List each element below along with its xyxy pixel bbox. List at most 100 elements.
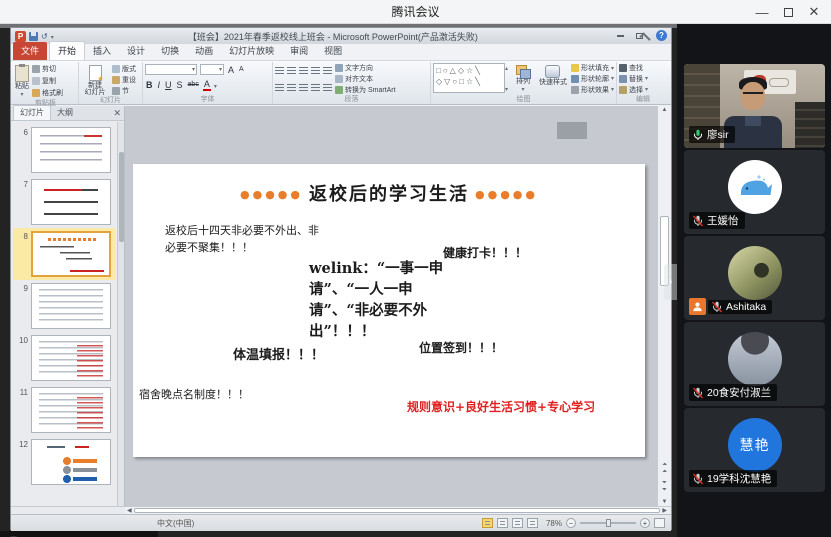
smartart-icon — [335, 86, 343, 94]
shapes-gallery[interactable]: □○△◇☆╲ ◇▽○□☆╲ — [433, 63, 505, 93]
scroll-up-icon[interactable]: ▲ — [658, 107, 671, 113]
shrink-font-button[interactable]: A — [238, 65, 245, 75]
ribbon-tab-幻灯片放映[interactable]: 幻灯片放映 — [221, 42, 282, 60]
columns-icon[interactable] — [323, 84, 332, 92]
select-button[interactable]: 选择 — [619, 85, 648, 95]
scroll-left-icon[interactable]: ◀ — [127, 507, 132, 514]
strikethrough-button[interactable]: abc — [187, 80, 200, 90]
ribbon-tab-开始[interactable]: 开始 — [49, 41, 85, 60]
powerpoint-icon[interactable]: P — [15, 31, 26, 42]
zoom-in-icon[interactable]: + — [640, 518, 650, 528]
participant-tile-廖sir[interactable]: 廖sir — [684, 64, 825, 148]
indent-increase-icon[interactable] — [311, 67, 320, 75]
cut-button[interactable]: 剪切 — [32, 64, 63, 74]
shape-effects-icon — [571, 86, 579, 94]
text-direction-icon — [335, 64, 343, 72]
next-slide-icon[interactable]: ⏷⏷ — [658, 480, 671, 494]
normal-view-icon[interactable] — [482, 518, 493, 528]
slide-thumbnail-6[interactable]: 6 — [13, 124, 115, 176]
shapes-gallery-arrows[interactable]: ▴▾ — [505, 63, 508, 95]
tab-outline[interactable]: 大纲 — [51, 106, 79, 120]
vertical-scrollbar[interactable]: ▲ ⏶⏶ ⏷⏷ ▼ — [657, 106, 671, 506]
save-icon[interactable] — [29, 32, 38, 41]
horizontal-scrollbar[interactable]: ◀ ▶ — [11, 506, 671, 514]
slide-thumbnail-7[interactable]: 7 — [13, 176, 115, 228]
indent-decrease-icon[interactable] — [299, 67, 308, 75]
grow-font-button[interactable]: A — [227, 65, 235, 75]
maximize-button[interactable] — [775, 0, 801, 24]
format-painter-button[interactable]: 格式刷 — [32, 88, 63, 98]
paste-button[interactable]: 粘贴 — [15, 63, 29, 99]
ribbon-group-font: A A B I U S abc A — [143, 62, 273, 104]
ribbon-tab-动画[interactable]: 动画 — [187, 42, 221, 60]
shape-fill-button[interactable]: 形状填充 — [571, 63, 614, 73]
section-button[interactable]: 节 — [112, 86, 136, 96]
zoom-slider-thumb[interactable] — [606, 519, 611, 527]
justify-icon[interactable] — [311, 84, 320, 92]
find-button[interactable]: 查找 — [619, 63, 648, 73]
sidebar-collapse-handle[interactable]: › — [664, 264, 677, 300]
text-direction-button[interactable]: 文字方向 — [335, 63, 396, 73]
participant-tile-王媛怡[interactable]: 王媛怡 — [684, 150, 825, 234]
zoom-slider[interactable] — [580, 522, 636, 524]
bold-button[interactable]: B — [145, 80, 154, 90]
font-name-select[interactable] — [145, 64, 197, 75]
ppt-minimize-button[interactable] — [612, 30, 629, 42]
slide-thumbnail-8[interactable]: 8 — [13, 228, 115, 280]
align-center-icon[interactable] — [287, 84, 296, 92]
replace-button[interactable]: 替换 — [619, 74, 648, 84]
shape-outline-button[interactable]: 形状轮廓 — [571, 74, 614, 84]
convert-smartart-button[interactable]: 转换为 SmartArt — [335, 85, 396, 95]
italic-button[interactable]: I — [157, 80, 162, 90]
tab-slides[interactable]: 幻灯片 — [13, 105, 51, 120]
slide-thumbnail-11[interactable]: 11 — [13, 384, 115, 436]
participant-tile-Ashitaka[interactable]: Ashitaka — [684, 236, 825, 320]
align-left-icon[interactable] — [275, 84, 284, 92]
ribbon-group-slides: 新建 幻灯片 版式 重设 节 幻灯片 — [79, 62, 143, 104]
ribbon-tab-插入[interactable]: 插入 — [85, 42, 119, 60]
layout-button[interactable]: 版式 — [112, 64, 136, 74]
font-color-caret[interactable] — [214, 80, 217, 90]
bullets-icon[interactable] — [275, 67, 284, 75]
ribbon-tab-视图[interactable]: 视图 — [316, 42, 350, 60]
panel-scrollbar[interactable] — [117, 122, 124, 506]
fit-to-window-icon[interactable] — [654, 518, 665, 528]
zoom-out-icon[interactable]: − — [566, 518, 576, 528]
line-spacing-icon[interactable] — [323, 67, 332, 75]
minimize-button[interactable]: — — [749, 0, 775, 24]
slide-editor[interactable]: ●●●●●返校后的学习生活●●●●● 返校后十四天非必要不外出、非必要不聚集！！… — [133, 164, 645, 457]
font-size-select[interactable] — [200, 64, 224, 75]
slide-thumbnail-10[interactable]: 10 — [13, 332, 115, 384]
reading-view-icon[interactable] — [512, 518, 523, 528]
ribbon-tab-设计[interactable]: 设计 — [119, 42, 153, 60]
align-text-button[interactable]: 对齐文本 — [335, 74, 396, 84]
underline-button[interactable]: U — [164, 80, 173, 90]
align-right-icon[interactable] — [299, 84, 308, 92]
arrange-button[interactable]: 排列 — [511, 63, 535, 95]
participant-tile-20食安付淑兰[interactable]: 20食安付淑兰 — [684, 322, 825, 406]
new-slide-button[interactable]: 新建 幻灯片 — [81, 63, 109, 96]
shape-effects-button[interactable]: 形状效果 — [571, 85, 614, 95]
reset-button[interactable]: 重设 — [112, 75, 136, 85]
slide-thumbnail-9[interactable]: 9 — [13, 280, 115, 332]
ribbon-tab-文件[interactable]: 文件 — [13, 42, 47, 60]
undo-icon[interactable]: ↺ — [41, 32, 48, 41]
scroll-down-icon[interactable]: ▼ — [658, 499, 671, 505]
ribbon-tab-审阅[interactable]: 审阅 — [282, 42, 316, 60]
scroll-right-icon[interactable]: ▶ — [662, 507, 667, 514]
numbering-icon[interactable] — [287, 67, 296, 75]
close-button[interactable]: ✕ — [801, 0, 827, 24]
previous-slide-icon[interactable]: ⏶⏶ — [658, 462, 671, 476]
panel-close-icon[interactable]: ✕ — [113, 108, 121, 119]
participant-tile-19学科沈慧艳[interactable]: 慧艳19学科沈慧艳 — [684, 408, 825, 492]
slideshow-view-icon[interactable] — [527, 518, 538, 528]
slide-thumbnail-12[interactable]: 12 — [13, 436, 115, 488]
copy-button[interactable]: 复制 — [32, 76, 63, 86]
help-icon[interactable]: ? — [656, 30, 667, 41]
hscroll-thumb[interactable] — [134, 508, 661, 513]
ribbon-tab-切换[interactable]: 切换 — [153, 42, 187, 60]
font-color-button[interactable]: A — [203, 79, 211, 91]
shadow-button[interactable]: S — [176, 80, 184, 90]
slide-sorter-view-icon[interactable] — [497, 518, 508, 528]
quick-styles-button[interactable]: 快速样式 — [538, 63, 568, 95]
